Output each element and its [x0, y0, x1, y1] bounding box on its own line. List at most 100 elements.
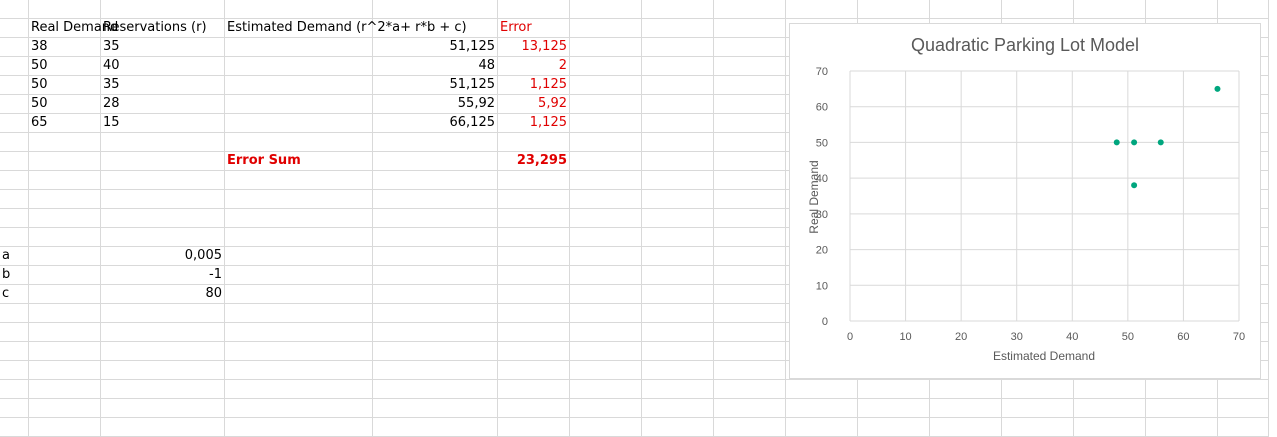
cell-C10[interactable] — [101, 171, 225, 190]
cell-G22[interactable] — [570, 399, 642, 418]
cell-A21[interactable] — [0, 380, 29, 399]
cell-I17[interactable] — [714, 304, 786, 323]
cell-C11[interactable] — [101, 190, 225, 209]
cell-G17[interactable] — [570, 304, 642, 323]
cell-A2[interactable] — [0, 19, 29, 38]
cell-J23[interactable] — [786, 418, 858, 437]
cell-I21[interactable] — [714, 380, 786, 399]
cell-G12[interactable] — [570, 209, 642, 228]
cell-B18[interactable] — [29, 323, 101, 342]
cell-error[interactable]: 1,125 — [498, 76, 570, 95]
cell-F10[interactable] — [498, 171, 570, 190]
cell-H1[interactable] — [642, 0, 714, 19]
error-sum-value[interactable]: 23,295 — [498, 152, 570, 171]
cell-E16[interactable] — [373, 285, 498, 304]
cell-D11[interactable] — [225, 190, 373, 209]
cell-D1[interactable] — [225, 0, 373, 19]
cell-I23[interactable] — [714, 418, 786, 437]
cell-H22[interactable] — [642, 399, 714, 418]
cell-E18[interactable] — [373, 323, 498, 342]
cell-F21[interactable] — [498, 380, 570, 399]
cell-I8[interactable] — [714, 133, 786, 152]
cell-E19[interactable] — [373, 342, 498, 361]
cell-E17[interactable] — [373, 304, 498, 323]
cell-D23[interactable] — [225, 418, 373, 437]
cell-C20[interactable] — [101, 361, 225, 380]
cell-H20[interactable] — [642, 361, 714, 380]
cell-G14[interactable] — [570, 247, 642, 266]
cell-L23[interactable] — [930, 418, 1002, 437]
cell-N22[interactable] — [1074, 399, 1146, 418]
cell-J22[interactable] — [786, 399, 858, 418]
cell-D6[interactable] — [225, 95, 373, 114]
cell-D5[interactable] — [225, 76, 373, 95]
param-name[interactable]: b — [0, 266, 29, 285]
cell-O22[interactable] — [1146, 399, 1218, 418]
cell-G6[interactable] — [570, 95, 642, 114]
cell-B19[interactable] — [29, 342, 101, 361]
cell-F1[interactable] — [498, 0, 570, 19]
cell-error[interactable]: 5,92 — [498, 95, 570, 114]
header-error[interactable]: Error — [498, 19, 570, 38]
param-value[interactable]: -1 — [101, 266, 225, 285]
cell-H5[interactable] — [642, 76, 714, 95]
cell-I22[interactable] — [714, 399, 786, 418]
cell-C17[interactable] — [101, 304, 225, 323]
cell-P22[interactable] — [1218, 399, 1269, 418]
cell-E2[interactable] — [373, 19, 498, 38]
cell-G10[interactable] — [570, 171, 642, 190]
cell-real-demand[interactable]: 50 — [29, 76, 101, 95]
cell-D21[interactable] — [225, 380, 373, 399]
cell-E23[interactable] — [373, 418, 498, 437]
cell-B9[interactable] — [29, 152, 101, 171]
cell-I6[interactable] — [714, 95, 786, 114]
cell-E12[interactable] — [373, 209, 498, 228]
cell-P21[interactable] — [1218, 380, 1269, 399]
cell-G11[interactable] — [570, 190, 642, 209]
cell-I3[interactable] — [714, 38, 786, 57]
cell-A23[interactable] — [0, 418, 29, 437]
cell-G4[interactable] — [570, 57, 642, 76]
cell-G18[interactable] — [570, 323, 642, 342]
cell-G23[interactable] — [570, 418, 642, 437]
cell-O21[interactable] — [1146, 380, 1218, 399]
cell-H23[interactable] — [642, 418, 714, 437]
cell-H6[interactable] — [642, 95, 714, 114]
cell-K23[interactable] — [858, 418, 930, 437]
cell-H3[interactable] — [642, 38, 714, 57]
cell-error[interactable]: 2 — [498, 57, 570, 76]
cell-C9[interactable] — [101, 152, 225, 171]
cell-G2[interactable] — [570, 19, 642, 38]
cell-A6[interactable] — [0, 95, 29, 114]
cell-I12[interactable] — [714, 209, 786, 228]
cell-I18[interactable] — [714, 323, 786, 342]
cell-H13[interactable] — [642, 228, 714, 247]
cell-A5[interactable] — [0, 76, 29, 95]
cell-real-demand[interactable]: 38 — [29, 38, 101, 57]
cell-F17[interactable] — [498, 304, 570, 323]
cell-M22[interactable] — [1002, 399, 1074, 418]
cell-N21[interactable] — [1074, 380, 1146, 399]
cell-A12[interactable] — [0, 209, 29, 228]
cell-L21[interactable] — [930, 380, 1002, 399]
cell-reservations[interactable]: 15 — [101, 114, 225, 133]
cell-D4[interactable] — [225, 57, 373, 76]
cell-E10[interactable] — [373, 171, 498, 190]
cell-H4[interactable] — [642, 57, 714, 76]
cell-F12[interactable] — [498, 209, 570, 228]
cell-A10[interactable] — [0, 171, 29, 190]
cell-K21[interactable] — [858, 380, 930, 399]
cell-real-demand[interactable]: 50 — [29, 57, 101, 76]
cell-B12[interactable] — [29, 209, 101, 228]
cell-I7[interactable] — [714, 114, 786, 133]
cell-D12[interactable] — [225, 209, 373, 228]
cell-C19[interactable] — [101, 342, 225, 361]
cell-I9[interactable] — [714, 152, 786, 171]
cell-C12[interactable] — [101, 209, 225, 228]
cell-G13[interactable] — [570, 228, 642, 247]
cell-H21[interactable] — [642, 380, 714, 399]
cell-A4[interactable] — [0, 57, 29, 76]
cell-H15[interactable] — [642, 266, 714, 285]
cell-C18[interactable] — [101, 323, 225, 342]
cell-G7[interactable] — [570, 114, 642, 133]
